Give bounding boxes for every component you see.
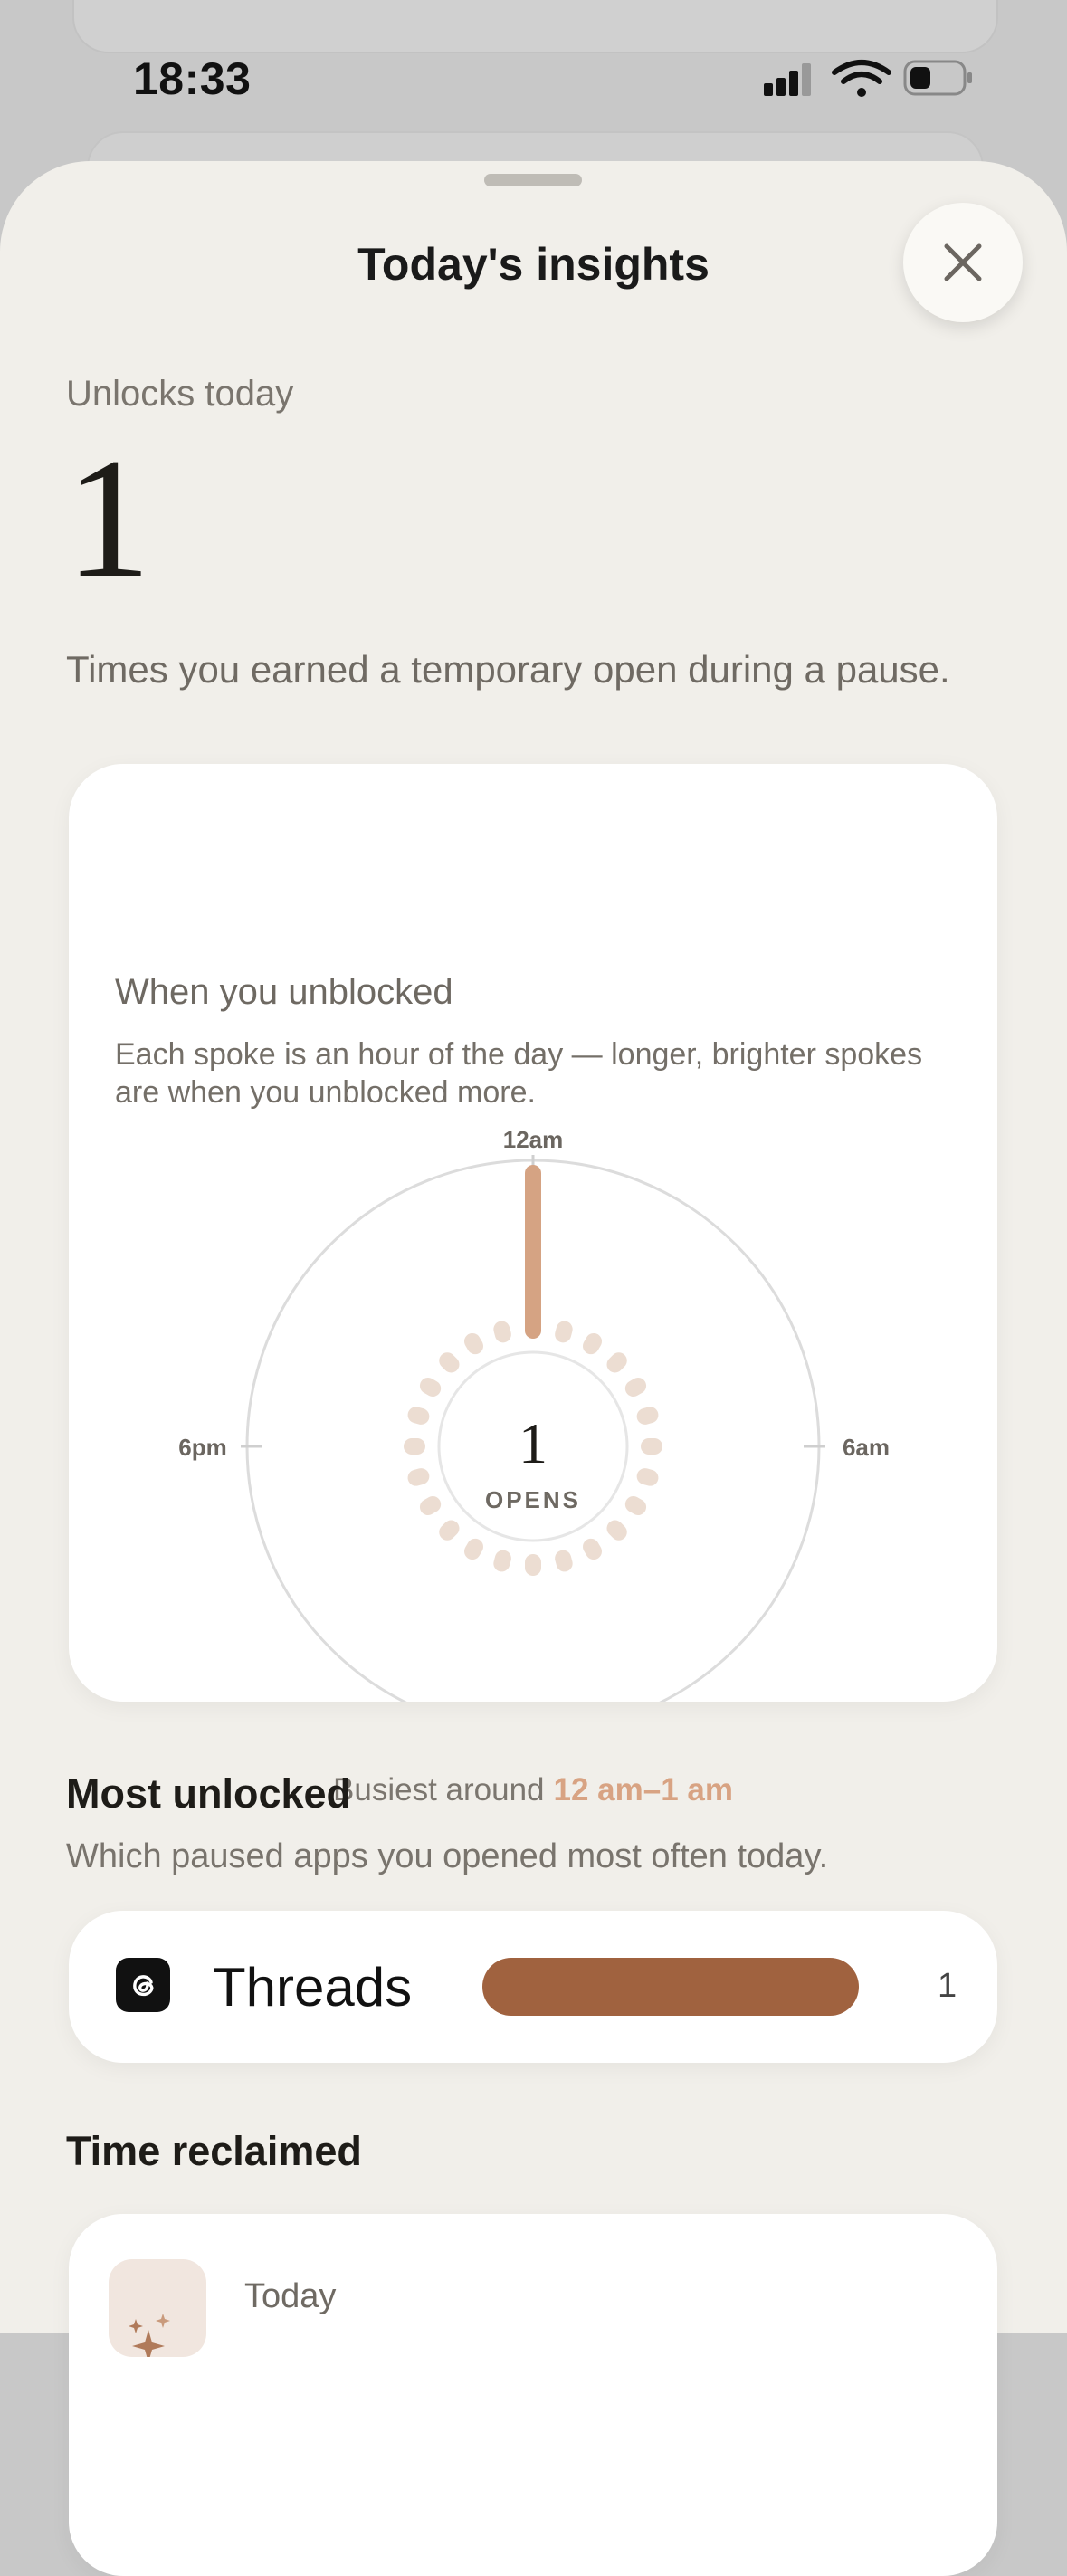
- hour-spoke: [636, 1407, 659, 1425]
- status-time: 18:33: [133, 53, 252, 104]
- hour-spoke: [439, 1352, 460, 1373]
- hour-spoke: [606, 1352, 627, 1373]
- unlocks-description: Times you earned a temporary open during…: [66, 648, 950, 691]
- app-name: Threads: [213, 1957, 413, 2018]
- hour-spoke: [624, 1496, 647, 1515]
- close-button[interactable]: [903, 203, 1023, 322]
- unblock-time-card: When you unblocked Each spoke is an hour…: [69, 764, 997, 1808]
- app-count: 1: [938, 1967, 957, 2005]
- background-card: [72, 0, 998, 53]
- hour-spoke: [583, 1332, 602, 1355]
- hour-spoke: [464, 1538, 483, 1560]
- most-unlocked-description: Which paused apps you opened most often …: [66, 1837, 829, 1875]
- close-icon: [944, 243, 982, 281]
- center-label: OPENS: [485, 1486, 581, 1513]
- hour-spoke: [555, 1321, 573, 1343]
- hour-spoke: [606, 1520, 627, 1541]
- hour-spoke: [464, 1332, 483, 1355]
- hour-spoke: [439, 1520, 460, 1541]
- hour-spoke: [493, 1321, 511, 1343]
- sheet-grabber[interactable]: [484, 174, 582, 186]
- hour-spoke: [583, 1538, 602, 1560]
- threads-app-icon: [116, 1958, 170, 2012]
- threads-icon: [133, 1975, 154, 1997]
- hour-spoke: [624, 1378, 647, 1397]
- hour-spoke: [555, 1550, 573, 1572]
- hour-spoke: [407, 1468, 430, 1486]
- busiest-prefix: Busiest around: [333, 1772, 545, 1808]
- insights-sheet: Today's insights Unlocks today 1 Times y…: [0, 161, 1067, 2576]
- hour-spoke: [493, 1550, 511, 1572]
- hour-spoke: [407, 1407, 430, 1425]
- hour-spoke: [419, 1378, 442, 1397]
- wifi-icon: [832, 60, 891, 97]
- hour-spoke: [419, 1496, 442, 1515]
- time-reclaimed-card: Today: [69, 2214, 997, 2576]
- hour-spoke: [636, 1468, 659, 1486]
- unlocks-label: Unlocks today: [66, 374, 294, 414]
- signal-icon: [764, 63, 811, 96]
- sparkles-icon: [129, 2314, 170, 2362]
- app-usage-bar: [482, 1958, 859, 2016]
- label-6am: 6am: [843, 1434, 890, 1461]
- status-icons: [764, 60, 972, 97]
- label-6pm: 6pm: [178, 1434, 226, 1461]
- time-reclaimed-title: Time reclaimed: [66, 2128, 362, 2174]
- battery-icon: [903, 60, 972, 96]
- hourly-radial-chart: 12am 6am 12pm 6pm 1 OPENS: [178, 1126, 890, 1702]
- busiest-value: 12 am–1 am: [553, 1772, 733, 1808]
- most-unlocked-title: Most unlocked: [66, 1770, 352, 1817]
- app-row-threads[interactable]: Threads 1: [69, 1911, 997, 2063]
- center-value: 1: [519, 1411, 548, 1475]
- label-12am: 12am: [503, 1126, 564, 1153]
- unlocks-count: 1: [65, 424, 151, 614]
- sparkles-icon-tile: [109, 2259, 206, 2362]
- time-period-label: Today: [244, 2277, 337, 2315]
